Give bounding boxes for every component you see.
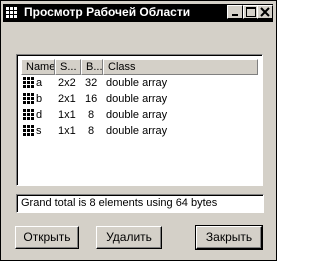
- row-name: a: [36, 77, 43, 89]
- array-grid-icon: [23, 125, 34, 136]
- row-bytes: 8: [88, 125, 95, 137]
- table-row[interactable]: s 1x1 8 double array: [22, 123, 257, 139]
- column-header-size[interactable]: S...: [55, 59, 81, 75]
- column-header-bytes[interactable]: B...: [81, 59, 103, 75]
- row-name: b: [36, 93, 43, 105]
- row-size: 2x1: [58, 93, 76, 105]
- window-title: Просмотр Рабочей Области: [24, 5, 191, 19]
- variables-list[interactable]: Name S... B... Class a 2x2 32 double arr…: [16, 54, 263, 186]
- workspace-browser-window: Просмотр Рабочей Области Name S... B... …: [0, 0, 277, 261]
- row-size: 1x1: [58, 109, 76, 121]
- row-name: s: [36, 125, 42, 137]
- minimize-icon: [232, 14, 238, 16]
- row-name: d: [36, 109, 43, 121]
- table-row[interactable]: d 1x1 8 double array: [22, 107, 257, 123]
- maximize-icon: [246, 7, 256, 17]
- row-bytes: 8: [88, 109, 95, 121]
- row-class: double array: [106, 93, 168, 105]
- row-class: double array: [106, 109, 168, 121]
- close-icon: [260, 7, 270, 17]
- table-row[interactable]: a 2x2 32 double array: [22, 75, 257, 91]
- row-bytes: 16: [85, 93, 98, 105]
- minimize-button[interactable]: [227, 5, 243, 19]
- row-class: double array: [106, 125, 168, 137]
- close-window-button[interactable]: [257, 5, 273, 19]
- open-button[interactable]: Открыть: [15, 226, 79, 249]
- row-size: 1x1: [58, 125, 76, 137]
- column-header-name[interactable]: Name: [21, 59, 55, 75]
- array-grid-icon: [23, 93, 34, 104]
- column-header-class[interactable]: Class: [103, 59, 258, 75]
- open-button-label: Открыть: [23, 230, 71, 244]
- row-bytes: 32: [85, 77, 98, 89]
- row-size: 2x2: [58, 77, 76, 89]
- status-summary: Grand total is 8 elements using 64 bytes: [16, 194, 264, 213]
- matlab-grid-icon: [5, 6, 19, 20]
- array-grid-icon: [23, 77, 34, 88]
- delete-button[interactable]: Удалить: [96, 226, 162, 249]
- delete-button-label: Удалить: [106, 230, 152, 244]
- table-row[interactable]: b 2x1 16 double array: [22, 91, 257, 107]
- title-bar[interactable]: Просмотр Рабочей Области: [3, 4, 273, 22]
- close-button-label: Закрыть: [205, 230, 253, 244]
- array-grid-icon: [23, 109, 34, 120]
- row-class: double array: [106, 77, 168, 89]
- close-button[interactable]: Закрыть: [195, 225, 263, 250]
